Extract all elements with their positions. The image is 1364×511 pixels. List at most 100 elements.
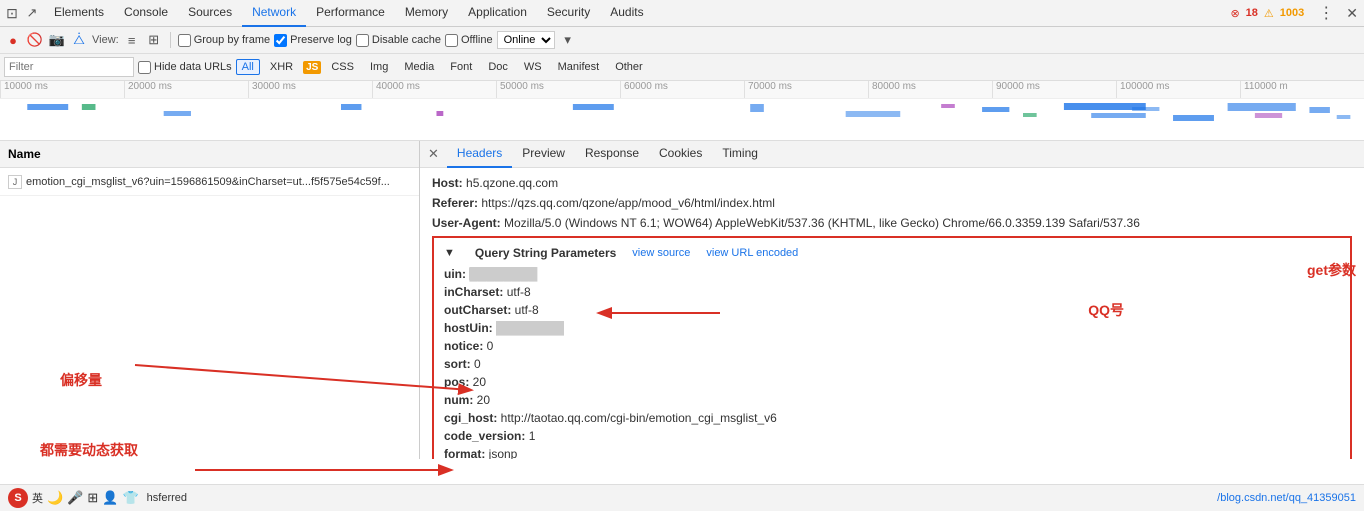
waterfall-chart [0,99,1364,139]
query-string-box: ▼ Query String Parameters view source vi… [432,236,1352,459]
tab-audits[interactable]: Audits [600,0,653,27]
tab-performance[interactable]: Performance [306,0,395,27]
filter-row: Hide data URLs All XHR JS CSS Img Media … [0,54,1364,81]
disable-cache-label[interactable]: Disable cache [356,34,441,47]
timeline-area: 10000 ms 20000 ms 30000 ms 40000 ms 5000… [0,81,1364,141]
disable-cache-text: Disable cache [372,34,441,46]
language-indicator: 英 [32,490,43,506]
tab-application[interactable]: Application [458,0,537,27]
filter-button[interactable]: ⧊ [70,31,88,49]
request-file-icon: J [8,175,22,189]
status-bar: S 英 🌙 🎤 ⊞ 👤 👕 hsferred /blog.csdn.net/qq… [0,484,1364,511]
param-notice: notice: 0 [444,338,1340,355]
request-item[interactable]: J emotion_cgi_msglist_v6?uin=1596861509&… [0,168,419,196]
ruler-mark-11: 110000 m [1240,81,1364,98]
warning-count: 1003 [1280,7,1304,19]
name-column-header: Name [8,147,41,161]
group-by-frame-checkbox[interactable] [178,34,191,47]
request-list-header: Name [0,141,419,168]
hide-data-urls-text: Hide data URLs [154,61,232,73]
tab-elements[interactable]: Elements [44,0,114,27]
tab-network[interactable]: Network [242,0,306,27]
devtools-close-icon[interactable]: ✕ [1340,5,1364,22]
warning-icon: ⚠ [1264,7,1274,20]
host-key: Host: [432,176,463,190]
filter-media-button[interactable]: Media [398,59,440,75]
disable-cache-checkbox[interactable] [356,34,369,47]
error-counts: ⊗ 18 ⚠ 1003 [1230,7,1312,20]
devtools-dock-icon[interactable]: ⊡ [4,5,20,21]
record-button[interactable]: ● [4,31,22,49]
grid-icon: ⊞ [87,490,98,506]
view-url-encoded-link[interactable]: view URL encoded [706,247,798,259]
preserve-log-label[interactable]: Preserve log [274,34,352,47]
ruler-mark-6: 60000 ms [620,81,744,98]
useragent-key: User-Agent: [432,216,501,230]
tab-memory[interactable]: Memory [395,0,458,27]
preserve-log-checkbox[interactable] [274,34,287,47]
ruler-mark-8: 80000 ms [868,81,992,98]
detail-tab-headers[interactable]: Headers [447,141,512,168]
filter-xhr-button[interactable]: XHR [264,59,299,75]
hide-data-urls-checkbox[interactable] [138,61,151,74]
detail-tab-preview[interactable]: Preview [512,141,575,168]
hide-data-urls-label[interactable]: Hide data URLs [138,61,232,74]
js-badge: JS [303,61,321,74]
details-content[interactable]: Host: h5.qzone.qq.com Referer: https://q… [420,168,1364,459]
filter-all-button[interactable]: All [236,59,260,75]
network-toolbar: ● 🚫 📷 ⧊ View: ≡ ⊞ Group by frame Preserv… [0,27,1364,54]
throttle-dropdown[interactable]: ▾ [559,31,577,49]
input-method-icon[interactable]: S [8,488,28,508]
details-tabs: ✕ Headers Preview Response Cookies Timin… [420,141,1364,168]
host-row: Host: h5.qzone.qq.com [432,174,1352,192]
filter-font-button[interactable]: Font [444,59,478,75]
ruler-mark-3: 30000 ms [248,81,372,98]
detail-tab-timing[interactable]: Timing [712,141,768,168]
capture-screenshot-button[interactable]: 📷 [48,31,66,49]
devtools-inspect-icon[interactable]: ↗ [24,5,40,21]
filter-img-button[interactable]: Img [364,59,394,75]
view-label: View: [92,34,119,46]
offline-label[interactable]: Offline [445,34,493,47]
filter-css-button[interactable]: CSS [325,59,360,75]
timeline-ruler: 10000 ms 20000 ms 30000 ms 40000 ms 5000… [0,81,1364,99]
detail-tab-response[interactable]: Response [575,141,649,168]
filter-input[interactable] [4,57,134,77]
tab-sources[interactable]: Sources [178,0,242,27]
transfer-status: hsferred [147,492,187,504]
tab-security[interactable]: Security [537,0,600,27]
offline-checkbox[interactable] [445,34,458,47]
shirt-icon: 👕 [122,490,138,506]
filter-ws-button[interactable]: WS [518,59,548,75]
referer-value: https://qzs.qq.com/qzone/app/mood_v6/htm… [481,196,775,210]
request-panel: Name J emotion_cgi_msglist_v6?uin=159686… [0,141,420,459]
group-view-button[interactable]: ⊞ [145,31,163,49]
offline-text: Offline [461,34,493,46]
preserve-log-text: Preserve log [290,34,352,46]
filter-doc-button[interactable]: Doc [482,59,514,75]
timeline-content [0,99,1364,139]
query-string-header: ▼ Query String Parameters view source vi… [444,246,1340,260]
clear-button[interactable]: 🚫 [26,31,44,49]
list-view-button[interactable]: ≡ [123,31,141,49]
bottom-url: /blog.csdn.net/qq_41359051 [1217,492,1356,504]
detail-tab-cookies[interactable]: Cookies [649,141,712,168]
param-format: format: jsonp [444,446,1340,459]
param-codeversion: code_version: 1 [444,428,1340,445]
param-incharset: inCharset: utf-8 [444,284,1340,301]
param-hostuin: hostUin: ████████ [444,320,1340,337]
throttle-select[interactable]: Online [497,31,555,49]
details-close-button[interactable]: ✕ [428,146,439,162]
group-by-frame-label[interactable]: Group by frame [178,34,270,47]
group-by-frame-text: Group by frame [194,34,270,46]
referer-row: Referer: https://qzs.qq.com/qzone/app/mo… [432,194,1352,212]
tab-console[interactable]: Console [114,0,178,27]
param-outcharset: outCharset: utf-8 [444,302,1340,319]
devtools-window: ⊡ ↗ Elements Console Sources Network Per… [0,0,1364,511]
request-name: emotion_cgi_msglist_v6?uin=1596861509&in… [26,176,390,188]
filter-manifest-button[interactable]: Manifest [552,59,606,75]
ruler-mark-5: 50000 ms [496,81,620,98]
devtools-menu-icon[interactable]: ⋮ [1312,3,1340,23]
view-source-link[interactable]: view source [632,247,690,259]
filter-other-button[interactable]: Other [609,59,649,75]
